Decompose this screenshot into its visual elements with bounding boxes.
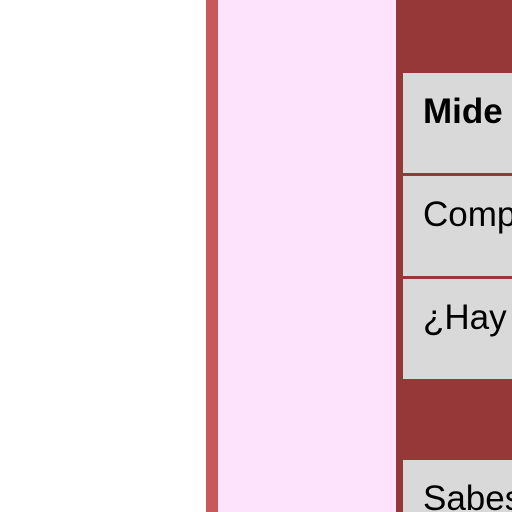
table-row: Comp bbox=[403, 176, 512, 276]
table-cell-text: Sabes bbox=[423, 479, 512, 512]
table-cell-text: ¿Hay bbox=[423, 298, 507, 337]
table-row: Mide bbox=[403, 73, 512, 173]
left-margin bbox=[0, 0, 206, 512]
table-row: ¿Hay bbox=[403, 279, 512, 379]
document-page: Mide Comp ¿Hay Sabes bbox=[0, 0, 512, 512]
vertical-red-rule bbox=[206, 0, 218, 512]
pink-side-column bbox=[218, 0, 396, 512]
table-section-band bbox=[396, 380, 512, 460]
table-cell-text: Mide bbox=[423, 92, 503, 131]
table-row: Sabes bbox=[403, 460, 512, 512]
table-cell-text: Comp bbox=[423, 195, 512, 234]
cropped-table: Mide Comp ¿Hay Sabes bbox=[396, 0, 512, 512]
table-header-band bbox=[396, 0, 512, 73]
